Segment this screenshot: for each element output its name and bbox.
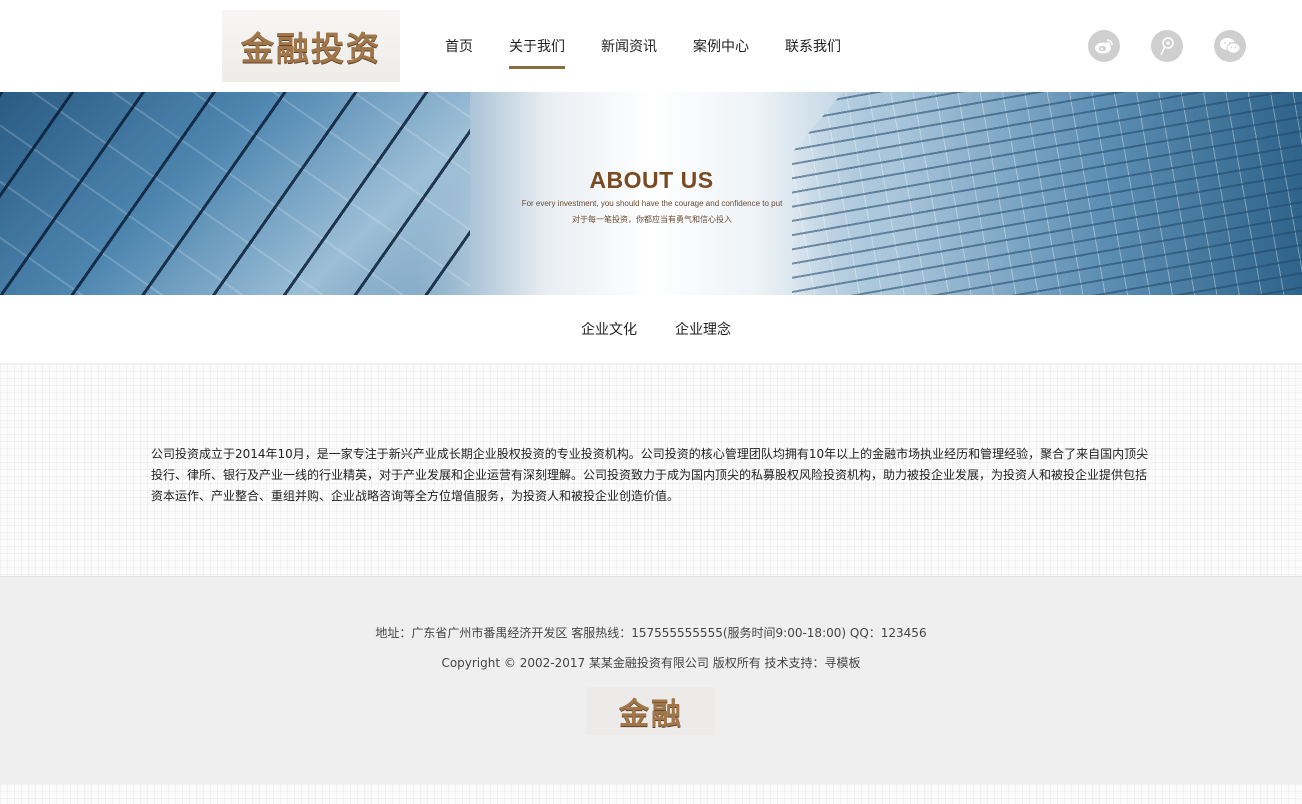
bottom-strip [0,784,1302,804]
banner-subtitle-en: For every investment, you should have th… [521,199,783,208]
footer-logo: 金融 [587,687,715,735]
subnav-item-culture[interactable]: 企业文化 [581,319,637,339]
company-intro: 公司投资成立于2014年10月，是一家专注于新兴产业成长期企业股权投资的专业投资… [151,447,1149,503]
nav-item-about[interactable]: 关于我们 [509,0,565,92]
main-nav: 首页 关于我们 新闻资讯 案例中心 联系我们 [445,0,877,92]
footer-copyright: Copyright © 2002-2017 某某金融投资有限公司 版权所有 技术… [441,656,861,670]
site-logo[interactable]: 金融投资 [222,10,400,82]
nav-item-cases[interactable]: 案例中心 [693,0,749,92]
nav-item-news[interactable]: 新闻资讯 [601,0,657,92]
site-footer: 地址：广东省广州市番禺经济开发区 客服热线：157555555555(服务时间9… [0,576,1302,784]
about-subnav: 企业文化 企业理念 [0,295,1302,363]
about-banner: ABOUT US For every investment, you shoul… [0,92,1302,295]
site-header: 金融投资 首页 关于我们 新闻资讯 案例中心 联系我们 [0,0,1302,92]
subnav-item-philosophy[interactable]: 企业理念 [675,319,731,339]
tencent-weibo-icon[interactable] [1151,30,1183,62]
about-content: 公司投资成立于2014年10月，是一家专注于新兴产业成长期企业股权投资的专业投资… [0,363,1302,576]
nav-item-contact[interactable]: 联系我们 [785,0,841,92]
banner-subtitle-cn: 对于每一笔投资，你都应当有勇气和信心投入 [572,215,732,224]
nav-item-home[interactable]: 首页 [445,0,473,92]
banner-title: ABOUT US [589,167,714,193]
weibo-icon[interactable] [1088,30,1120,62]
wechat-icon[interactable] [1214,30,1246,62]
footer-address: 地址：广东省广州市番禺经济开发区 客服热线：157555555555(服务时间9… [375,626,927,640]
